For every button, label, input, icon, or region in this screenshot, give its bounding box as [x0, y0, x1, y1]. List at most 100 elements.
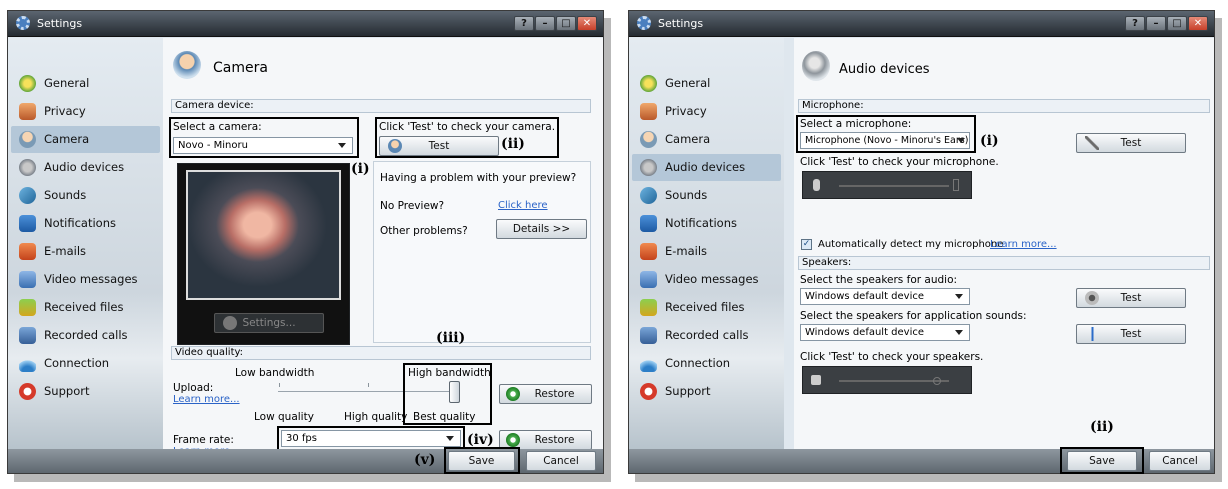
camera-page-icon	[173, 51, 201, 79]
restore-label: Restore	[534, 388, 575, 400]
minimize-button[interactable]: –	[535, 16, 555, 31]
sidebar-item-audio-devices[interactable]: Audio devices	[632, 154, 781, 181]
sidebar-item-camera[interactable]: Camera	[11, 126, 160, 153]
details-button[interactable]: Details >>	[496, 219, 587, 239]
maximize-button[interactable]: □	[556, 16, 576, 31]
slider-tick	[279, 383, 280, 387]
sidebar-item-audio-devices[interactable]: Audio devices	[11, 154, 160, 181]
sidebar-item-label: Privacy	[665, 104, 707, 118]
sidebar-item-privacy[interactable]: Privacy	[11, 98, 160, 125]
sidebar-item-label: Support	[44, 384, 90, 398]
settings-gear-icon	[637, 16, 651, 30]
microphone-icon	[813, 179, 820, 191]
window-title: Settings	[37, 17, 83, 30]
level-end-marker	[953, 179, 959, 191]
select-app-sounds-label: Select the speakers for application soun…	[800, 310, 1027, 322]
auto-detect-learn-more-link[interactable]: Learn more...	[990, 239, 1057, 250]
close-button[interactable]: ✕	[577, 16, 597, 31]
bottom-bar: (v) Save Cancel	[8, 447, 603, 474]
sidebar-item-connection[interactable]: Connection	[11, 350, 160, 377]
mic-test-label: Test	[1120, 137, 1142, 149]
emails-icon	[19, 243, 36, 260]
sidebar-item-label: Connection	[665, 356, 731, 370]
sidebar-item-connection[interactable]: Connection	[632, 350, 781, 377]
annotation-box-v	[444, 447, 520, 474]
app-sounds-test-button[interactable]: Test	[1076, 324, 1186, 344]
sidebar-item-label: Notifications	[665, 216, 737, 230]
other-problems-label: Other problems?	[380, 225, 468, 237]
sidebar-item-label: General	[44, 76, 90, 90]
sidebar-item-video-messages[interactable]: Video messages	[11, 266, 160, 293]
low-bandwidth-label: Low bandwidth	[235, 367, 315, 379]
window-title: Settings	[658, 17, 704, 30]
sidebar-item-received-files[interactable]: Received files	[632, 294, 781, 321]
sidebar-item-privacy[interactable]: Privacy	[632, 98, 781, 125]
speakers-hint: Click 'Test' to check your speakers.	[800, 351, 984, 363]
general-icon	[19, 75, 36, 92]
sidebar-item-received-files[interactable]: Received files	[11, 294, 160, 321]
title-bar[interactable]: Settings ? – □ ✕	[8, 11, 603, 37]
sidebar-item-sounds[interactable]: Sounds	[11, 182, 160, 209]
minimize-button[interactable]: –	[1146, 16, 1166, 31]
annotation-box-ii	[375, 117, 559, 158]
low-quality-label: Low quality	[254, 411, 314, 423]
video-messages-icon	[640, 271, 657, 288]
annotation-label-i: (i)	[351, 161, 370, 177]
sidebar-item-camera[interactable]: Camera	[632, 126, 781, 153]
sidebar-item-recorded-calls[interactable]: Recorded calls	[632, 322, 781, 349]
received-files-icon	[19, 299, 36, 316]
camera-settings-panel: Camera Camera device: Select a camera: N…	[163, 38, 603, 457]
help-button[interactable]: ?	[514, 16, 534, 31]
sidebar-item-general[interactable]: General	[11, 70, 160, 97]
sidebar-item-support[interactable]: Support	[11, 378, 160, 405]
annotation-box-i	[796, 115, 976, 153]
maximize-button[interactable]: □	[1167, 16, 1187, 31]
sidebar-item-emails[interactable]: E-mails	[11, 238, 160, 265]
sidebar-item-label: E-mails	[665, 244, 708, 258]
speakers-select[interactable]: Windows default device	[800, 288, 970, 305]
auto-detect-checkbox[interactable]: ✓	[801, 239, 812, 250]
sidebar-item-label: Sounds	[44, 188, 87, 202]
speakers-value: Windows default device	[805, 291, 925, 302]
sidebar-item-video-messages[interactable]: Video messages	[632, 266, 781, 293]
upload-restore-button[interactable]: Restore	[499, 384, 592, 404]
speakers-level-meter	[802, 366, 972, 394]
sidebar-item-label: Sounds	[665, 188, 708, 202]
select-speakers-label: Select the speakers for audio:	[800, 274, 958, 286]
notifications-icon	[19, 215, 36, 232]
click-here-link[interactable]: Click here	[498, 200, 548, 211]
help-button[interactable]: ?	[1125, 16, 1145, 31]
level-end-marker	[933, 377, 941, 385]
camera-device-section: Camera device:	[171, 99, 591, 113]
sidebar-item-notifications[interactable]: Notifications	[632, 210, 781, 237]
notifications-icon	[640, 215, 657, 232]
speakers-test-label: Test	[1120, 292, 1142, 304]
frame-rate-label: Frame rate:	[173, 434, 234, 446]
sidebar-item-emails[interactable]: E-mails	[632, 238, 781, 265]
close-button[interactable]: ✕	[1188, 16, 1208, 31]
annotation-label-v: (v)	[414, 452, 436, 468]
upload-learn-more-link[interactable]: Learn more...	[173, 394, 240, 405]
audio-page-icon	[802, 51, 830, 81]
sidebar-item-general[interactable]: General	[632, 70, 781, 97]
sidebar-item-support[interactable]: Support	[632, 378, 781, 405]
settings-window-audio: Settings ? – □ ✕ General Privacy Camera …	[628, 10, 1215, 474]
sidebar-item-label: Connection	[44, 356, 110, 370]
chevron-down-icon	[955, 294, 963, 299]
sidebar-item-sounds[interactable]: Sounds	[632, 182, 781, 209]
speakers-test-button[interactable]: Test	[1076, 288, 1186, 308]
sidebar-item-notifications[interactable]: Notifications	[11, 210, 160, 237]
cancel-button[interactable]: Cancel	[1149, 451, 1211, 471]
preview-settings-label: Settings...	[242, 317, 296, 329]
app-sounds-test-label: Test	[1120, 328, 1142, 340]
cancel-button[interactable]: Cancel	[526, 451, 596, 471]
video-messages-icon	[19, 271, 36, 288]
app-sounds-select[interactable]: Windows default device	[800, 324, 970, 341]
preview-settings-button[interactable]: Settings...	[214, 313, 324, 333]
sidebar-item-label: Privacy	[44, 104, 86, 118]
privacy-icon	[19, 103, 36, 120]
sidebar-item-recorded-calls[interactable]: Recorded calls	[11, 322, 160, 349]
microphone-test-button[interactable]: Test	[1076, 133, 1186, 153]
title-bar[interactable]: Settings ? – □ ✕	[629, 11, 1214, 37]
sidebar-item-label: Camera	[665, 132, 711, 146]
